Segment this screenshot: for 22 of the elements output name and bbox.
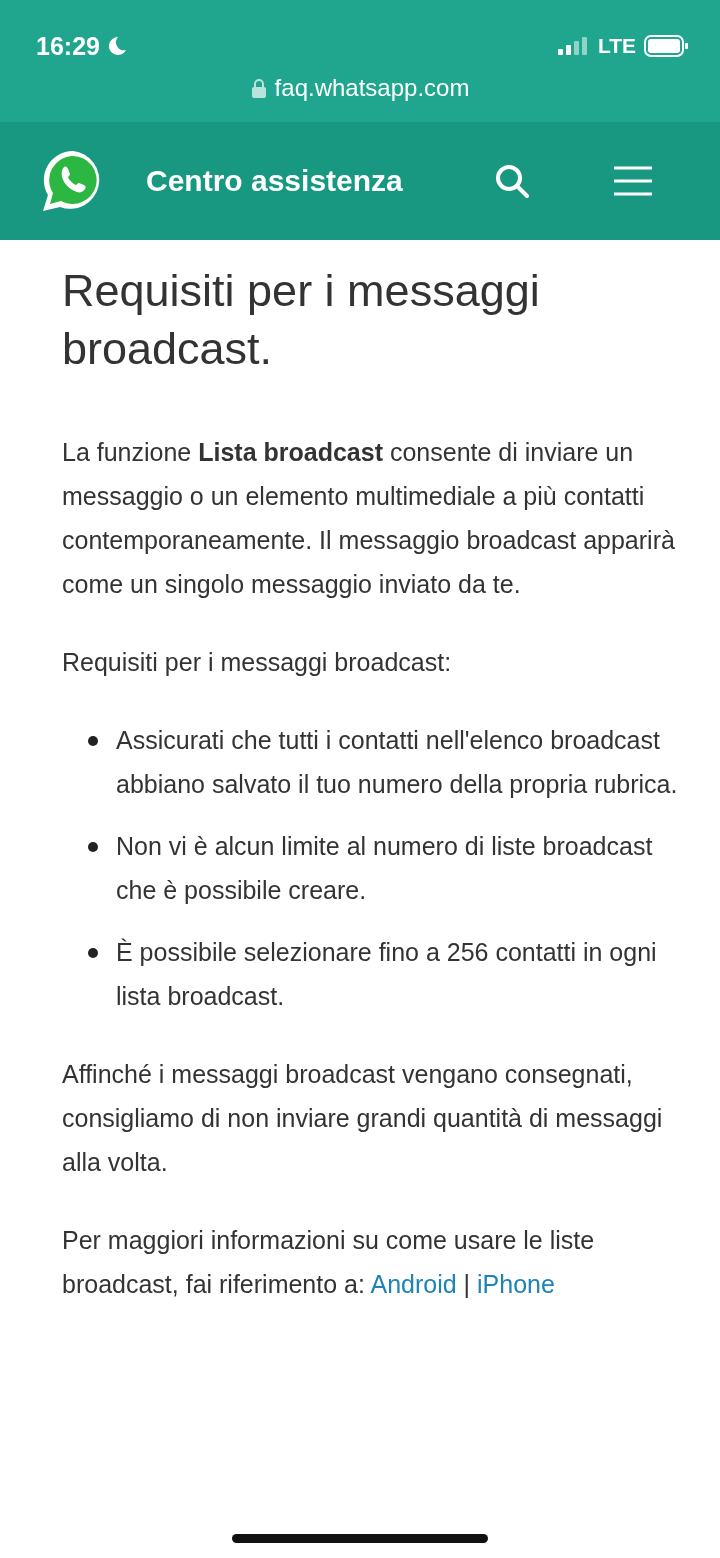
article-title: Requisiti per i messaggi broadcast.: [62, 264, 541, 376]
menu-button[interactable]: [612, 165, 654, 197]
list-item-text: È possibile selezionare fino a 256 contatti in ogni lista broadcast.: [116, 937, 658, 1012]
platform-link[interactable]: iPhone: [477, 1270, 555, 1298]
status-time: 16:29: [36, 31, 100, 61]
list-item-text: Non vi è alcun limite al numero di liste broadcast che è possibile creare.: [116, 831, 654, 906]
signal-icon: [557, 37, 590, 55]
search-button[interactable]: [494, 163, 530, 199]
bullet-icon: [88, 736, 98, 746]
network-type: LTE: [597, 34, 636, 58]
paragraph: Affinché i messaggi broadcast vengano consegnati, consigliamo di non inviare grandi quantità di messaggi alla volta.: [62, 1059, 664, 1178]
lock-icon: [250, 78, 267, 98]
paragraph: Requisiti per i messaggi broadcast:: [62, 647, 453, 678]
battery-icon: [644, 35, 688, 57]
platform-link[interactable]: Android: [370, 1270, 457, 1298]
bullet-icon: [88, 948, 98, 958]
paragraph: La funzione Lista broadcast consente di inviare un messaggio o un elemento multimediale a più contatti contemporaneamente. Il messaggio broadcast apparirà come un singolo messaggio inviato da te.: [62, 437, 676, 600]
paragraph: Per maggiori informazioni su come usare le liste broadcast, fai riferimento a: Android | iPhone: [62, 1225, 596, 1300]
bullet-icon: [88, 842, 98, 852]
list-item-text: Assicurati che tutti i contatti nell'elenco broadcast abbiano salvato il tuo numero della propria rubrica.: [116, 725, 679, 800]
header-title: Centro assistenza: [146, 164, 404, 198]
address-url[interactable]: faq.whatsapp.com: [274, 74, 470, 102]
